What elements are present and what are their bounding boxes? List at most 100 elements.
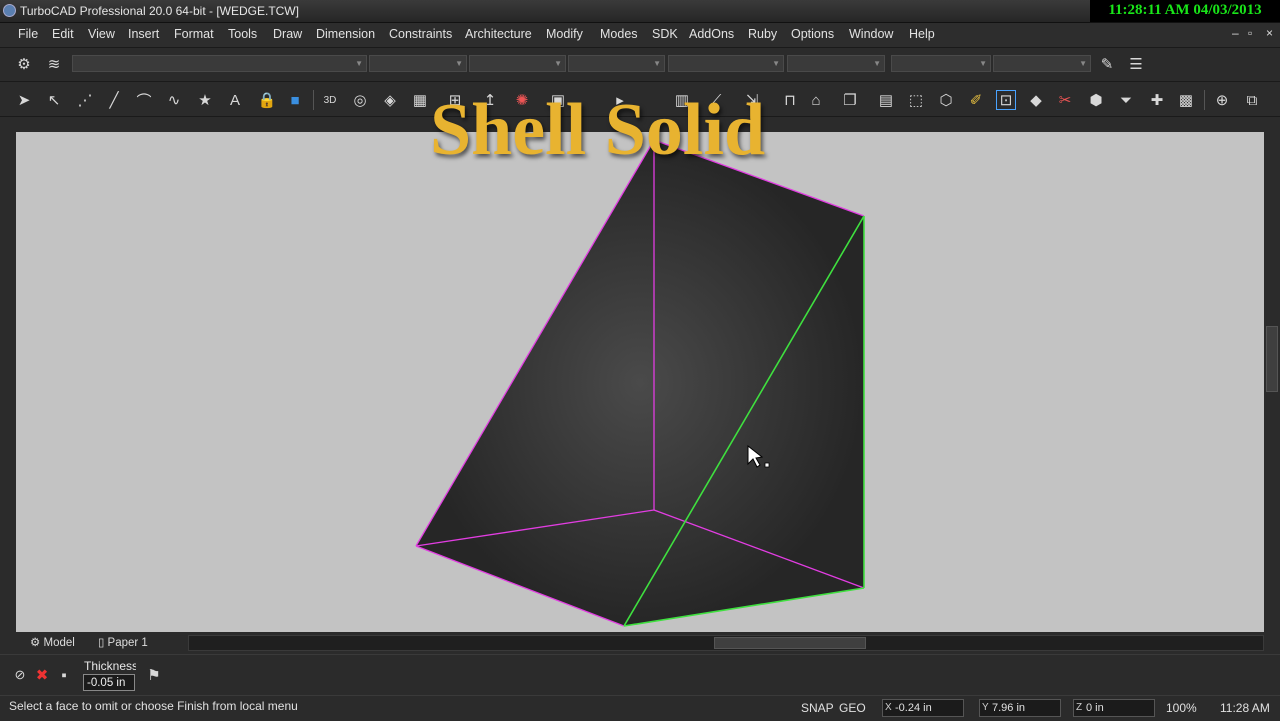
- cut-icon[interactable]: ✂: [1055, 90, 1075, 110]
- menu-dimension[interactable]: Dimension: [316, 27, 375, 41]
- plus-icon[interactable]: ✚: [1147, 90, 1167, 110]
- x-coordinate-field[interactable]: X -0.24 in: [882, 699, 964, 717]
- wedge-solid[interactable]: [16, 132, 1264, 632]
- paper-icon: ▯: [98, 637, 105, 649]
- style-combo[interactable]: ▼: [891, 55, 991, 72]
- tab-model-label: Model: [43, 637, 75, 649]
- menu-bar: File Edit View Insert Format Tools Draw …: [0, 23, 1280, 48]
- pencil-icon[interactable]: ✎: [1097, 54, 1117, 74]
- menu-insert[interactable]: Insert: [128, 27, 159, 41]
- menu-architecture[interactable]: Architecture: [465, 27, 532, 41]
- shape-icon[interactable]: ■: [285, 90, 305, 110]
- horizontal-scroll-thumb[interactable]: [714, 637, 866, 649]
- status-message: Select a face to omit or choose Finish f…: [9, 699, 298, 713]
- left-ruler: [0, 117, 16, 637]
- pen-combo[interactable]: ▼: [668, 55, 784, 72]
- toolbar-separator: [313, 90, 314, 110]
- mesh-icon[interactable]: ⬢: [1086, 90, 1106, 110]
- polyline-icon[interactable]: ⌒: [134, 90, 154, 110]
- menu-constraints[interactable]: Constraints: [389, 27, 452, 41]
- menu-options[interactable]: Options: [791, 27, 834, 41]
- fill-icon[interactable]: ◆: [1026, 90, 1046, 110]
- menu-file[interactable]: File: [18, 27, 38, 41]
- star-icon[interactable]: ★: [195, 90, 215, 110]
- properties-icon[interactable]: ▪: [54, 665, 74, 685]
- brush-combo[interactable]: ▼: [787, 55, 885, 72]
- y-axis-label: Y: [982, 702, 989, 713]
- close-button[interactable]: ×: [1266, 26, 1273, 40]
- lock-icon[interactable]: 🔒: [257, 90, 277, 110]
- property-toolbar: ⚙ ≋ ▼ ▼ ▼ ▼ ▼ ▼ ▼ ▼ ✎ ☰: [0, 48, 1280, 82]
- drawing-canvas[interactable]: [16, 132, 1264, 632]
- menu-addons[interactable]: AddOns: [689, 27, 734, 41]
- gear-icon[interactable]: ⚙: [14, 54, 34, 74]
- geo-toggle[interactable]: GEO: [839, 701, 866, 715]
- menu-view[interactable]: View: [88, 27, 115, 41]
- cancel-tool-icon[interactable]: ⊘: [10, 665, 30, 685]
- snap-toggle[interactable]: SNAP: [801, 701, 834, 715]
- layers-icon[interactable]: ≋: [44, 54, 64, 74]
- stack-icon[interactable]: ☰: [1126, 54, 1146, 74]
- thickness-label: Thickness: [84, 659, 136, 673]
- grid-icon[interactable]: ▦: [410, 90, 430, 110]
- app-icon[interactable]: [3, 4, 16, 17]
- curve-icon[interactable]: ∿: [164, 90, 184, 110]
- menu-sdk[interactable]: SDK: [652, 27, 678, 41]
- render-icon[interactable]: ⧉: [1242, 90, 1262, 110]
- menu-draw[interactable]: Draw: [273, 27, 302, 41]
- solid-icon[interactable]: ◈: [380, 90, 400, 110]
- solid-face[interactable]: [416, 140, 864, 626]
- menu-tools[interactable]: Tools: [228, 27, 257, 41]
- select-arrow-icon[interactable]: ➤: [14, 90, 34, 110]
- inspector-bar: ⊘ ✖ ▪ ⚑: [0, 654, 1280, 695]
- 3d-icon[interactable]: 3D: [320, 90, 340, 110]
- restore-button[interactable]: ▫: [1248, 26, 1252, 40]
- y-coordinate-value: 7.96 in: [992, 702, 1026, 714]
- x-coordinate-value: -0.24 in: [895, 702, 932, 714]
- y-coordinate-field[interactable]: Y 7.96 in: [979, 699, 1061, 717]
- layer-combo[interactable]: ▼: [72, 55, 367, 72]
- cube-icon[interactable]: ▩: [1176, 90, 1196, 110]
- table-icon[interactable]: ▤: [876, 90, 896, 110]
- funnel-icon[interactable]: ⏷: [1116, 90, 1136, 110]
- point-icon[interactable]: ⋰: [75, 90, 95, 110]
- house-icon[interactable]: ⌂: [806, 90, 826, 110]
- eraser-icon[interactable]: ✐: [966, 90, 986, 110]
- text-icon[interactable]: A: [225, 90, 245, 110]
- toolbar-separator: [1204, 90, 1205, 110]
- edit-tool-icon[interactable]: ↖: [44, 90, 64, 110]
- model-icon: ⚙: [30, 637, 41, 649]
- vertical-scroll-thumb[interactable]: [1266, 326, 1278, 392]
- menu-window[interactable]: Window: [849, 27, 893, 41]
- box-icon[interactable]: ⬚: [906, 90, 926, 110]
- z-coordinate-field[interactable]: Z 0 in: [1073, 699, 1155, 717]
- menu-modes[interactable]: Modes: [600, 27, 638, 41]
- shell-icon[interactable]: ⬡: [936, 90, 956, 110]
- menu-format[interactable]: Format: [174, 27, 214, 41]
- color-combo[interactable]: ▼: [369, 55, 467, 72]
- copy-icon[interactable]: ❐: [840, 90, 860, 110]
- snap-icon[interactable]: ⊓: [780, 90, 800, 110]
- target-icon[interactable]: ◎: [350, 90, 370, 110]
- tab-paper[interactable]: ▯ Paper 1: [98, 635, 148, 651]
- minimize-button[interactable]: –: [1232, 26, 1239, 40]
- scale-combo[interactable]: ▼: [993, 55, 1091, 72]
- close-red-icon[interactable]: ✖: [32, 665, 52, 685]
- menu-help[interactable]: Help: [909, 27, 935, 41]
- line-icon[interactable]: ╱: [104, 90, 124, 110]
- menu-edit[interactable]: Edit: [52, 27, 74, 41]
- thickness-input[interactable]: [83, 674, 135, 691]
- z-axis-label: Z: [1076, 702, 1083, 713]
- lineweight-combo[interactable]: ▼: [568, 55, 665, 72]
- menu-ruby[interactable]: Ruby: [748, 27, 777, 41]
- video-caption: Shell Solid: [430, 89, 766, 171]
- menu-modify[interactable]: Modify: [546, 27, 583, 41]
- globe-icon[interactable]: ⊕: [1212, 90, 1232, 110]
- select-box-icon[interactable]: ⊡: [996, 90, 1016, 110]
- window-title: TurboCAD Professional 20.0 64-bit - [WED…: [20, 4, 299, 18]
- tab-model[interactable]: ⚙ Model: [30, 635, 75, 651]
- z-coordinate-value: 0 in: [1086, 702, 1104, 714]
- linestyle-combo[interactable]: ▼: [469, 55, 566, 72]
- status-clock: 11:28 AM: [1220, 701, 1270, 715]
- finish-flag-icon[interactable]: ⚑: [144, 665, 164, 685]
